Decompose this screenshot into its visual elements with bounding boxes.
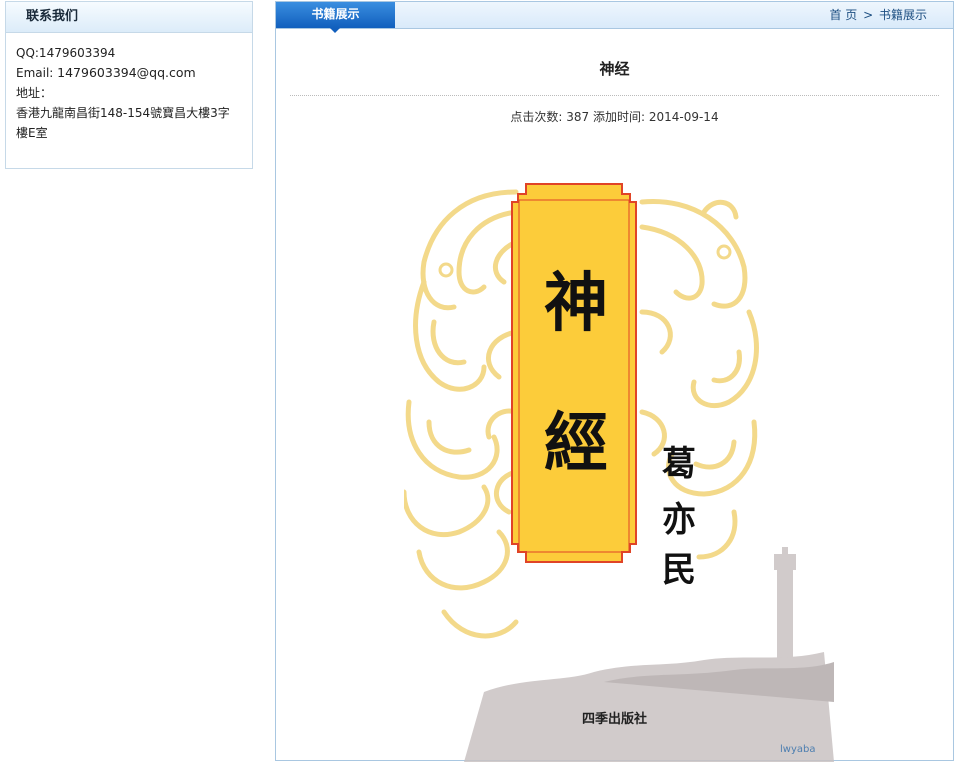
cover-artwork [404,183,834,762]
contact-header: 联系我们 [6,2,252,33]
cover-publisher: 四季出版社 [582,712,648,727]
contact-address-line-1: 香港九龍南昌街148-154號寶昌大樓3字 [16,106,230,120]
panel-header: 书籍展示 首 页 > 书籍展示 [276,2,953,33]
cover-author-char-2: 亦 [662,500,696,540]
tab-pointer-icon [330,28,340,33]
cover-title-char-1: 神 [544,266,608,341]
cover-author-char-3: 民 [662,550,696,590]
book-title: 神经 [599,60,630,78]
breadcrumb-home-link[interactable]: 首 页 [829,8,857,22]
email-label: Email: [16,66,58,80]
breadcrumb-current-link[interactable]: 书籍展示 [879,8,927,22]
book-detail-panel: 书籍展示 首 页 > 书籍展示 神经 点击次数: 387 添加时间: 2014-… [275,1,954,762]
breadcrumb-separator: > [863,8,874,22]
contact-panel: 联系我们 QQ:1479603394 Email: 1479603394@qq.… [5,1,253,169]
contact-qq: QQ:1479603394 [16,46,116,60]
title-divider [290,95,939,96]
tower-landscape-icon [464,547,834,762]
cover-title-char-2: 經 [544,406,608,481]
book-meta: 点击次数: 387 添加时间: 2014-09-14 [510,110,719,124]
tab-book-display[interactable]: 书籍展示 [276,2,395,28]
contact-body: QQ:1479603394 Email: 1479603394@qq.com 地… [6,33,252,143]
cover-watermark: lwyaba [780,744,816,755]
cover-author-char-1: 葛 [662,444,696,484]
title-banner [511,183,637,563]
contact-address-label: 地址： [16,86,53,100]
contact-email: Email: 1479603394@qq.com [16,63,252,83]
email-value: 1479603394@qq.com [57,65,196,80]
right-cloud-pattern-icon [639,198,759,560]
left-cloud-pattern-icon [404,189,519,639]
book-cover-image: 神 經 葛 亦 民 四季出版社 lwyaba [404,172,834,762]
contact-address-line-2: 樓E室 [16,126,48,140]
breadcrumb: 首 页 > 书籍展示 [829,2,927,28]
